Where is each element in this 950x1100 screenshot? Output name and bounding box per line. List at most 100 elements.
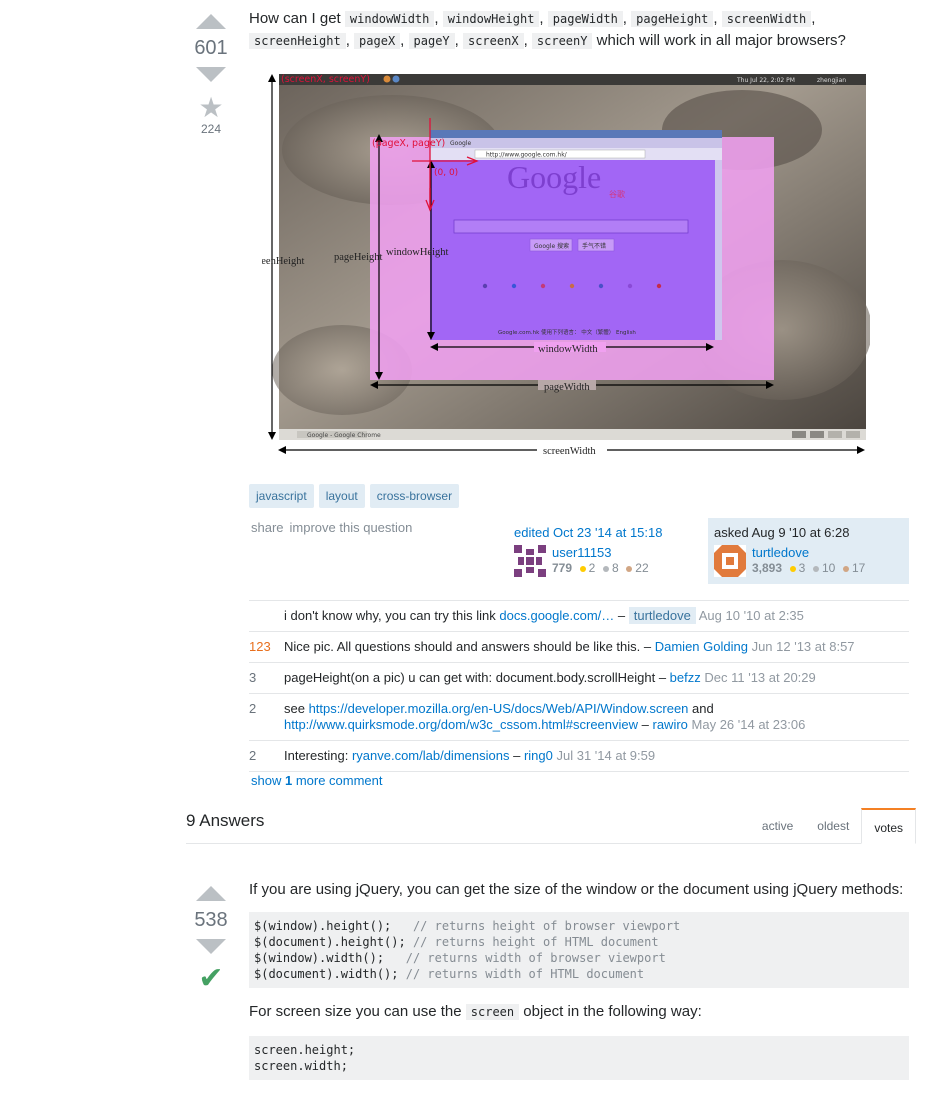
comment-link[interactable]: http://www.quirksmode.org/dom/w3c_cssom.… — [284, 717, 638, 732]
asked-user-link[interactable]: turtledove — [752, 545, 809, 560]
share-link[interactable]: share — [251, 520, 284, 535]
comment-score: 3 — [249, 670, 257, 685]
google-logo: Google — [507, 159, 601, 195]
tab-active[interactable]: active — [750, 808, 805, 844]
edited-silver: 8 — [611, 561, 619, 575]
question-vote-cell: 601 ★ 224 — [186, 14, 236, 136]
comment-score: 2 — [249, 748, 257, 763]
comment-text: pageHeight(on a pic) u can get with: doc… — [284, 670, 656, 685]
code-term: pageX — [354, 33, 401, 49]
edited-user-link[interactable]: user11153 — [552, 545, 612, 560]
code-block: screen.height; screen.width; — [249, 1036, 909, 1080]
comment: 123 Nice pic. All questions should and a… — [249, 632, 909, 663]
tag-cross-browser[interactable]: cross-browser — [369, 484, 460, 508]
user11153-avatar[interactable] — [514, 545, 546, 577]
label-page-xy: (pageX, pageY) — [372, 138, 445, 149]
comment-link[interactable]: https://developer.mozilla.org/en-US/docs… — [309, 701, 689, 716]
asked-when: asked Aug 9 '10 at 6:28 — [714, 525, 850, 540]
comment: 2 see https://developer.mozilla.org/en-U… — [249, 694, 909, 741]
comment: 2 Interesting: ryanve.com/lab/dimensions… — [249, 741, 909, 772]
comment-text: Nice pic. All questions should and answe… — [284, 639, 641, 654]
answers-header: 9 Answers active oldest votes — [186, 808, 916, 844]
tab-oldest[interactable]: oldest — [805, 808, 861, 844]
code-term: pageWidth — [547, 11, 623, 27]
code-term: screenWidth — [721, 11, 812, 27]
comment-user[interactable]: turtledove — [628, 607, 696, 624]
answer-vote-count: 538 — [194, 909, 228, 931]
comment-list: i don't know why, you can try this link … — [249, 600, 909, 772]
favorite-star-icon[interactable]: ★ — [186, 94, 236, 122]
answer-vote-cell: 538 ✔ — [186, 886, 236, 994]
comment-date: Dec 11 '13 at 20:29 — [704, 670, 816, 685]
comment-date: Jul 31 '14 at 9:59 — [556, 748, 656, 763]
answer-sort-tabs: active oldest votes — [750, 808, 916, 844]
code-term: screen — [465, 1004, 520, 1020]
code-term: windowHeight — [442, 11, 540, 27]
turtledove-avatar[interactable] — [714, 545, 746, 577]
comment-score: 123 — [249, 639, 271, 654]
label-page-width: pageWidth — [544, 382, 590, 393]
label-window-height: windowHeight — [386, 247, 448, 258]
taskbar-item: Google - Google Chrome — [307, 432, 381, 439]
code-term: pageY — [408, 33, 455, 49]
upvote-arrow-icon[interactable] — [196, 14, 226, 29]
comment-user[interactable]: rawiro — [653, 717, 688, 732]
question-text-end: which will work in all major browsers? — [592, 32, 846, 49]
google-lucky-button: 手气不错 — [582, 242, 606, 250]
google-logo-sub: 谷歌 — [609, 189, 625, 199]
tab-votes[interactable]: votes — [861, 808, 916, 844]
comment-text: Interesting: — [284, 748, 352, 763]
browser-tab: Google — [450, 140, 471, 147]
asked-silver: 10 — [821, 561, 836, 575]
improve-question-link[interactable]: improve this question — [290, 520, 413, 535]
comment-user[interactable]: befzz — [670, 670, 701, 685]
google-search-button: Google 搜索 — [534, 242, 569, 250]
edited-user-rep: 779 — [552, 561, 573, 575]
comment-user[interactable]: Damien Golding — [655, 639, 748, 654]
tag-javascript[interactable]: javascript — [249, 484, 314, 508]
code-term: pageHeight — [631, 11, 714, 27]
question-vote-count: 601 — [194, 37, 228, 59]
comment-score: 2 — [249, 701, 257, 716]
edited-when[interactable]: edited Oct 23 '14 at 15:18 — [514, 525, 662, 540]
tag-layout[interactable]: layout — [318, 484, 365, 508]
question-body: How can I get windowWidth, windowHeight,… — [249, 10, 846, 49]
question-tags: javascript layout cross-browser — [249, 484, 464, 508]
asked-signature: asked Aug 9 '10 at 6:28 turtledove 3,893… — [708, 518, 909, 584]
comment-date: Jun 12 '13 at 8:57 — [751, 639, 855, 654]
edited-gold: 2 — [588, 561, 596, 575]
comment-link[interactable]: ryanve.com/lab/dimensions — [352, 748, 510, 763]
browser-url: http://www.google.com.hk/ — [486, 152, 568, 159]
comment-user[interactable]: ring0 — [524, 748, 553, 763]
code-term: screenHeight — [249, 33, 346, 49]
post-menu: share improve this question — [251, 520, 418, 535]
comment-date: May 26 '14 at 23:06 — [691, 717, 806, 732]
upvote-arrow-icon[interactable] — [196, 886, 226, 901]
question-screenshot: Thu Jul 22, 2:02 PM zhengjian Google - G… — [249, 70, 872, 462]
asked-gold: 3 — [798, 561, 806, 575]
code-term: windowWidth — [344, 11, 435, 27]
answer-paragraph: For screen size you can use the screen o… — [249, 1003, 702, 1020]
label-page-height: pageHeight — [334, 252, 382, 263]
comment-date: Aug 10 '10 at 2:35 — [698, 608, 804, 623]
desktop-user: zhengjian — [817, 77, 846, 84]
accepted-check-icon: ✔ — [198, 962, 224, 995]
favorite-count: 224 — [200, 122, 222, 136]
answer-paragraph: If you are using jQuery, you can get the… — [249, 881, 904, 898]
downvote-arrow-icon[interactable] — [196, 939, 226, 954]
label-origin: (0, 0) — [434, 168, 458, 178]
downvote-arrow-icon[interactable] — [196, 67, 226, 82]
code-term: screenX — [462, 33, 524, 49]
label-screen-height: screenHeight — [262, 256, 304, 267]
edited-bronze: 22 — [635, 561, 649, 575]
answers-count-title: 9 Answers — [186, 811, 265, 830]
comment: 3 pageHeight(on a pic) u can get with: d… — [249, 663, 909, 694]
label-screen-xy: (screenX, screenY) — [281, 74, 370, 85]
comment-link[interactable]: docs.google.com/… — [499, 608, 614, 623]
show-more-comments-link[interactable]: show 1 more comment — [251, 773, 383, 788]
google-footer: Google.com.hk 使用下列语言： 中文（繁體） English — [498, 328, 636, 336]
asked-bronze: 17 — [851, 561, 866, 575]
comment-text: i don't know why, you can try this link — [284, 608, 500, 623]
desktop-clock: Thu Jul 22, 2:02 PM — [736, 77, 795, 84]
answer-body: If you are using jQuery, you can get the… — [249, 880, 909, 1080]
